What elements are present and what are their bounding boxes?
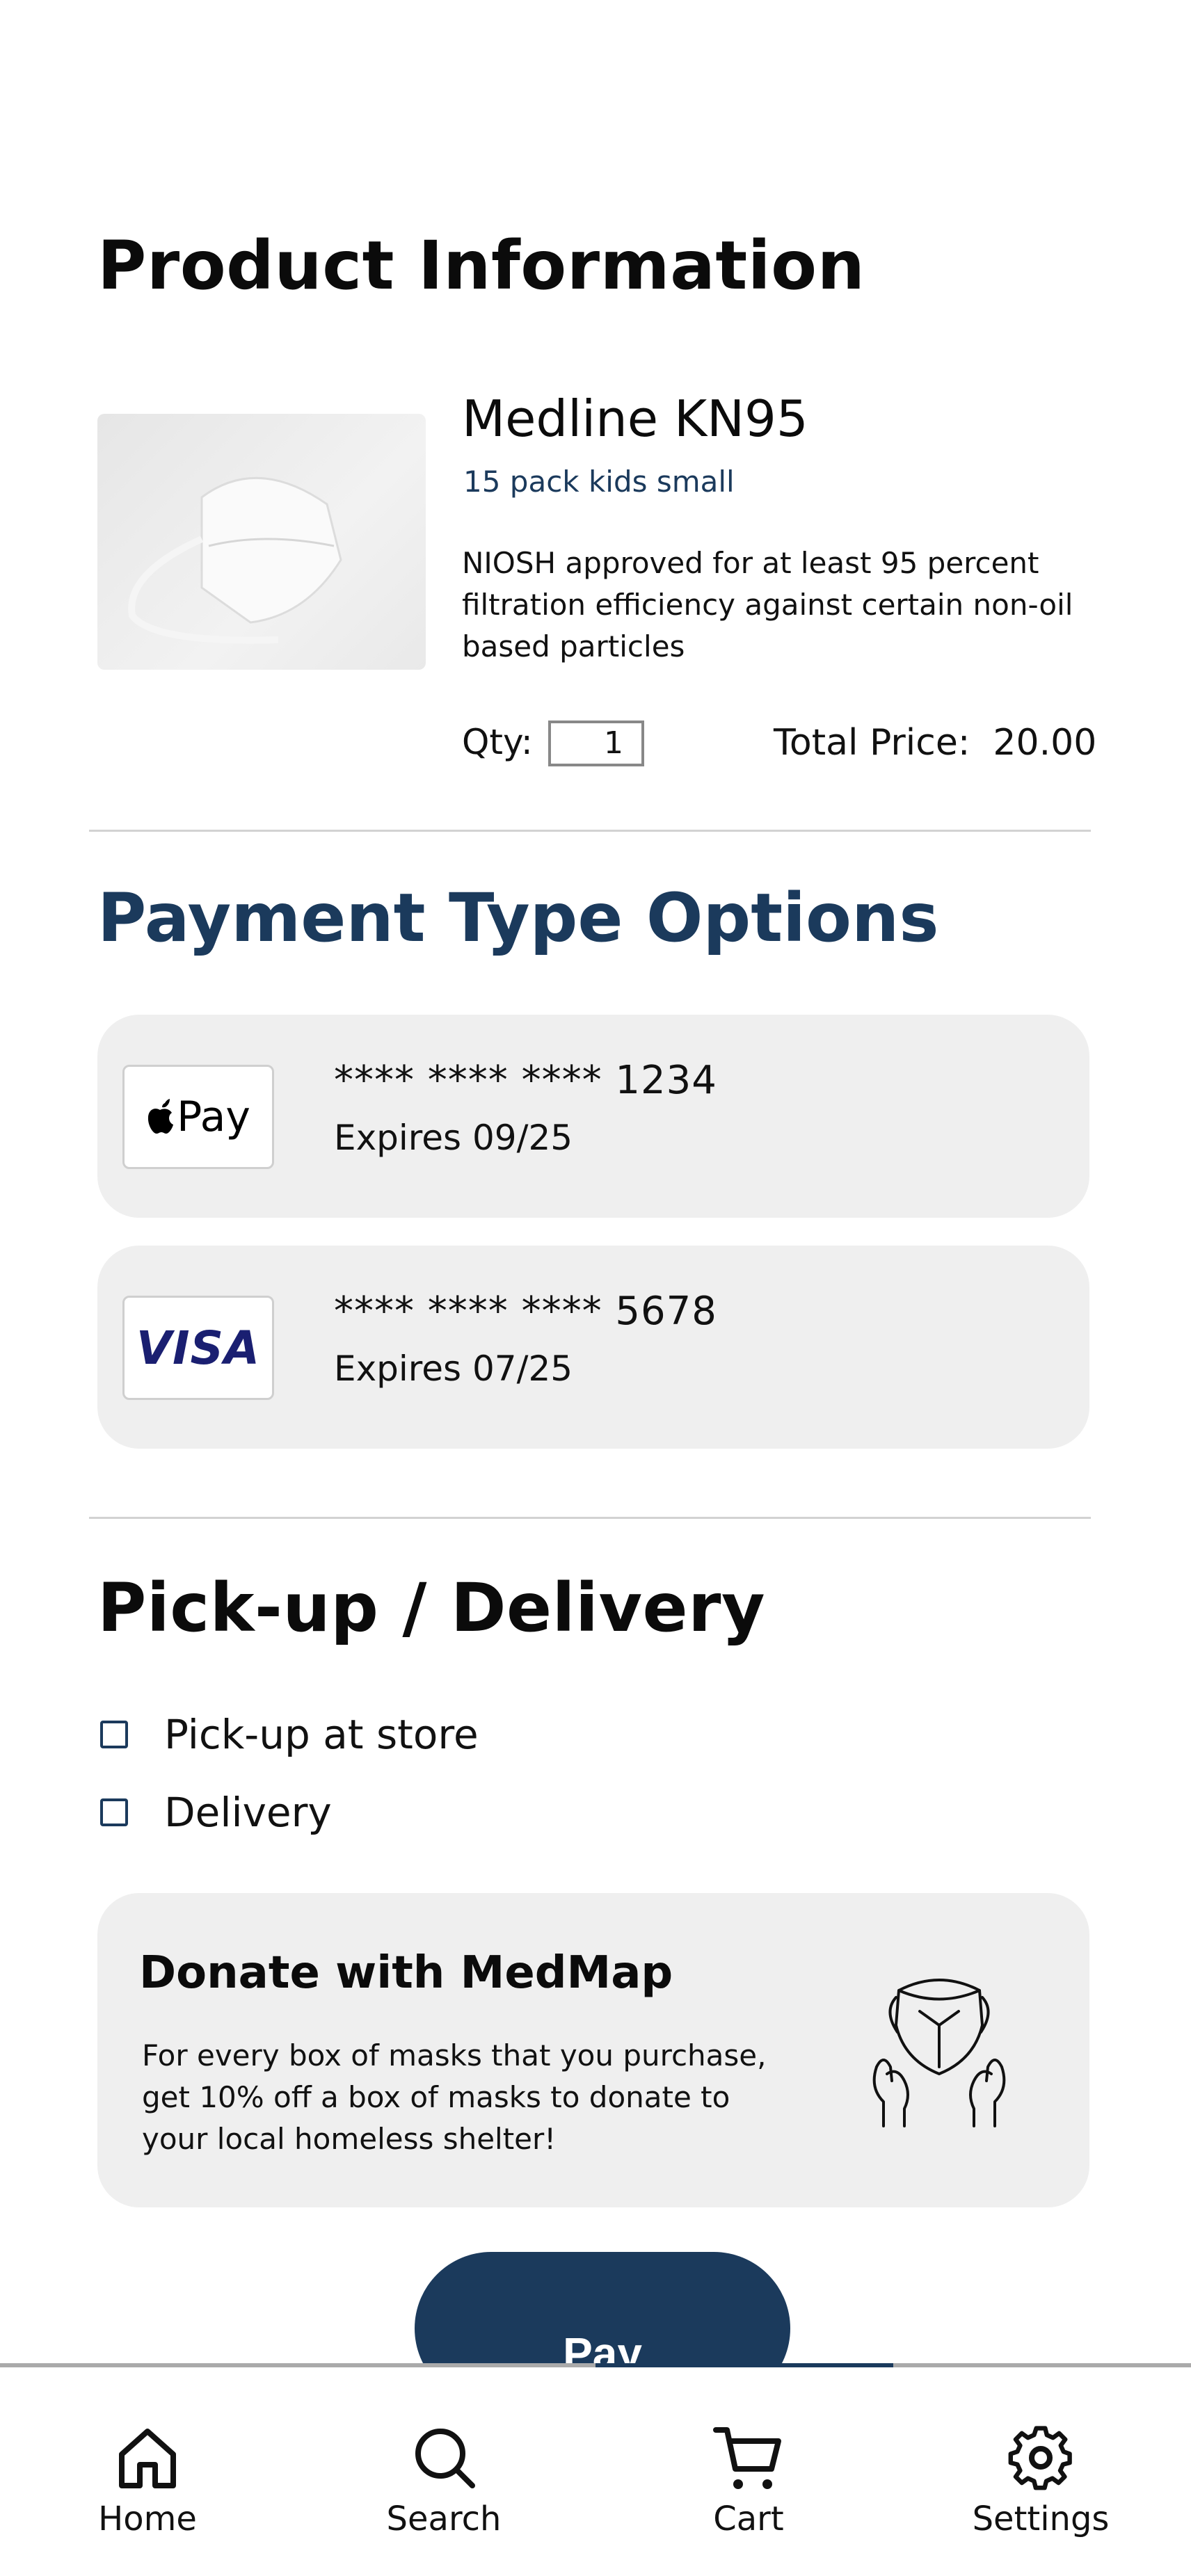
donate-card[interactable]: Donate with MedMap For every box of mask… xyxy=(97,1893,1089,2207)
search-icon xyxy=(415,2429,475,2488)
apple-pay-text: Pay xyxy=(177,1093,250,1141)
product-description: NIOSH approved for at least 95 percent f… xyxy=(462,546,1073,663)
nav-home-label: Home xyxy=(98,2499,197,2538)
card-number: **** **** **** 1234 xyxy=(334,1058,717,1103)
card-number: **** **** **** 5678 xyxy=(334,1289,717,1334)
delivery-label: Delivery xyxy=(164,1789,332,1836)
qty-input[interactable]: 1 xyxy=(548,721,644,766)
card-expiry: Expires 07/25 xyxy=(334,1349,573,1389)
pickup-label: Pick-up at store xyxy=(164,1711,479,1758)
bottom-nav: Home Search Cart Settings xyxy=(0,2363,1191,2576)
nav-cart-label: Cart xyxy=(713,2499,784,2538)
donate-title: Donate with MedMap xyxy=(139,1947,673,1999)
pickup-checkbox[interactable] xyxy=(100,1721,128,1748)
apple-pay-logo: Pay xyxy=(122,1065,274,1169)
page-title: Product Information xyxy=(97,227,865,305)
delivery-option[interactable]: Delivery xyxy=(100,1789,332,1836)
visa-text: VISA xyxy=(136,1321,261,1375)
apple-icon xyxy=(148,1099,174,1134)
product-image xyxy=(97,414,426,670)
hands-mask-icon xyxy=(872,1979,1006,2127)
nav-settings-label: Settings xyxy=(972,2499,1110,2538)
pickup-option[interactable]: Pick-up at store xyxy=(100,1711,479,1758)
payment-section-title: Payment Type Options xyxy=(97,879,939,957)
cart-icon xyxy=(713,2427,781,2489)
nav-home[interactable]: Home xyxy=(57,2423,238,2538)
active-tab-indicator xyxy=(596,2363,893,2367)
total-price-value: 20.00 xyxy=(993,722,1097,764)
gear-icon xyxy=(1008,2426,1072,2490)
home-icon xyxy=(119,2429,176,2488)
delivery-checkbox[interactable] xyxy=(100,1798,128,1826)
qty-label: Qty: xyxy=(462,722,533,762)
payment-card-visa[interactable]: VISA **** **** **** 5678 Expires 07/25 xyxy=(97,1246,1089,1449)
divider xyxy=(89,1517,1091,1519)
nav-settings[interactable]: Settings xyxy=(950,2423,1131,2538)
nav-cart[interactable]: Cart xyxy=(658,2423,839,2538)
nav-search-label: Search xyxy=(386,2499,502,2538)
total-price-label: Total Price: xyxy=(774,722,970,764)
delivery-section-title: Pick-up / Delivery xyxy=(97,1569,766,1647)
payment-card-apple-pay[interactable]: Pay **** **** **** 1234 Expires 09/25 xyxy=(97,1015,1089,1218)
donate-text: For every box of masks that you purchase… xyxy=(142,2038,767,2156)
product-variant: 15 pack kids small xyxy=(463,465,735,499)
divider xyxy=(89,830,1091,832)
product-name: Medline KN95 xyxy=(462,389,808,448)
total-price: Total Price: 20.00 xyxy=(774,722,1096,764)
card-expiry: Expires 09/25 xyxy=(334,1118,573,1158)
nav-search[interactable]: Search xyxy=(353,2423,534,2538)
visa-logo: VISA xyxy=(122,1296,274,1400)
